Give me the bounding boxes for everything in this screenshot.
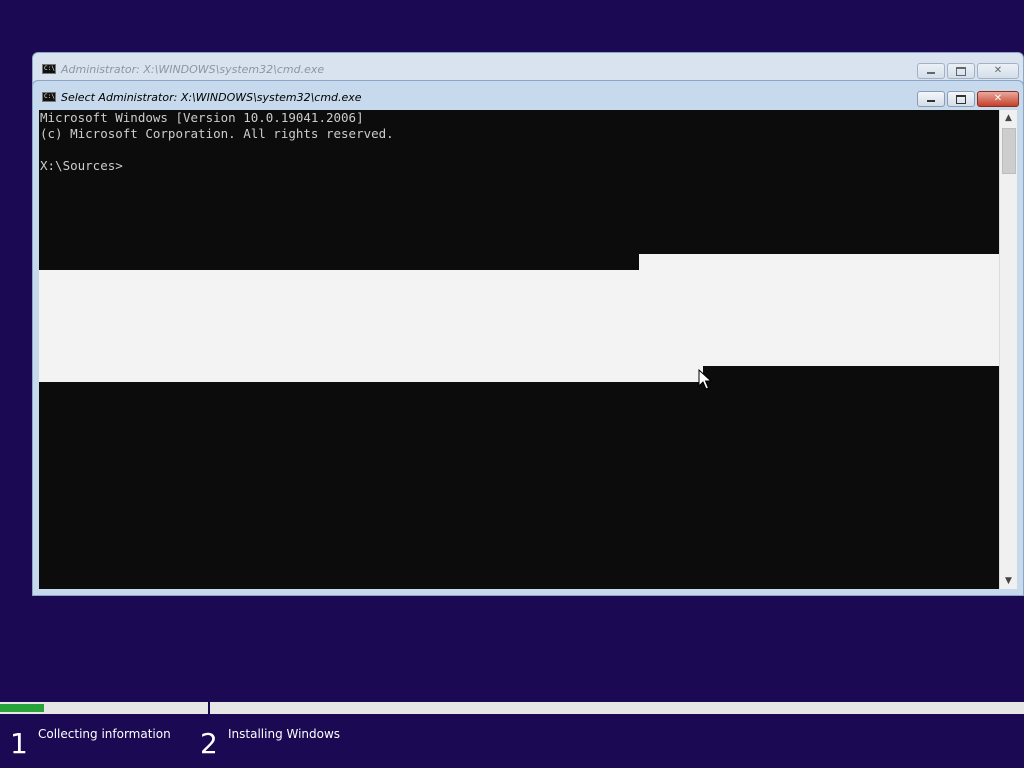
close-icon: ✕ (993, 93, 1003, 104)
console-area[interactable]: Microsoft Windows [Version 10.0.19041.20… (39, 110, 999, 589)
maximize-button[interactable] (947, 91, 975, 107)
progress-step-divider (208, 702, 210, 714)
scroll-down-arrow-icon[interactable]: ▼ (1000, 573, 1017, 589)
console-line: (c) Microsoft Corporation. All rights re… (40, 126, 394, 141)
text-selection-highlight (39, 270, 999, 366)
console-output[interactable]: Microsoft Windows [Version 10.0.19041.20… (40, 110, 394, 174)
cmd-window[interactable]: C:\ Select Administrator: X:\WINDOWS\sys… (32, 80, 1024, 596)
cmd-window-titlebar[interactable]: C:\ Select Administrator: X:\WINDOWS\sys… (33, 81, 1023, 111)
maximize-icon (956, 95, 966, 104)
close-icon: ✕ (993, 65, 1003, 76)
step-label: Collecting information (38, 727, 171, 741)
mouse-pointer-icon (698, 369, 712, 390)
cmd-icon: C:\ (42, 92, 56, 102)
step-number: 1 (10, 727, 28, 760)
maximize-icon (956, 67, 966, 76)
setup-progress-fill (0, 704, 45, 712)
vertical-scrollbar[interactable]: ▲ ▼ (999, 110, 1017, 589)
cmd-window-title: Select Administrator: X:\WINDOWS\system3… (61, 91, 362, 104)
setup-progress-bar (0, 702, 1024, 714)
console-line: Microsoft Windows [Version 10.0.19041.20… (40, 110, 364, 125)
text-selection-highlight (639, 254, 999, 270)
scrollbar-thumb[interactable] (1002, 128, 1016, 174)
text-selection-highlight (39, 366, 703, 382)
minimize-button[interactable] (917, 63, 945, 79)
close-button[interactable]: ✕ (977, 91, 1019, 107)
minimize-button[interactable] (917, 91, 945, 107)
minimize-icon (927, 100, 935, 102)
background-window-title: Administrator: X:\WINDOWS\system32\cmd.e… (61, 63, 325, 76)
step-label: Installing Windows (228, 727, 341, 741)
minimize-icon (927, 72, 935, 74)
step-number: 2 (200, 727, 218, 760)
maximize-button[interactable] (947, 63, 975, 79)
console-prompt: X:\Sources> (40, 158, 123, 173)
close-button[interactable]: ✕ (977, 63, 1019, 79)
cmd-icon: C:\ (42, 64, 56, 74)
scroll-up-arrow-icon[interactable]: ▲ (1000, 110, 1017, 126)
background-window-titlebar[interactable]: C:\ Administrator: X:\WINDOWS\system32\c… (33, 53, 1023, 83)
